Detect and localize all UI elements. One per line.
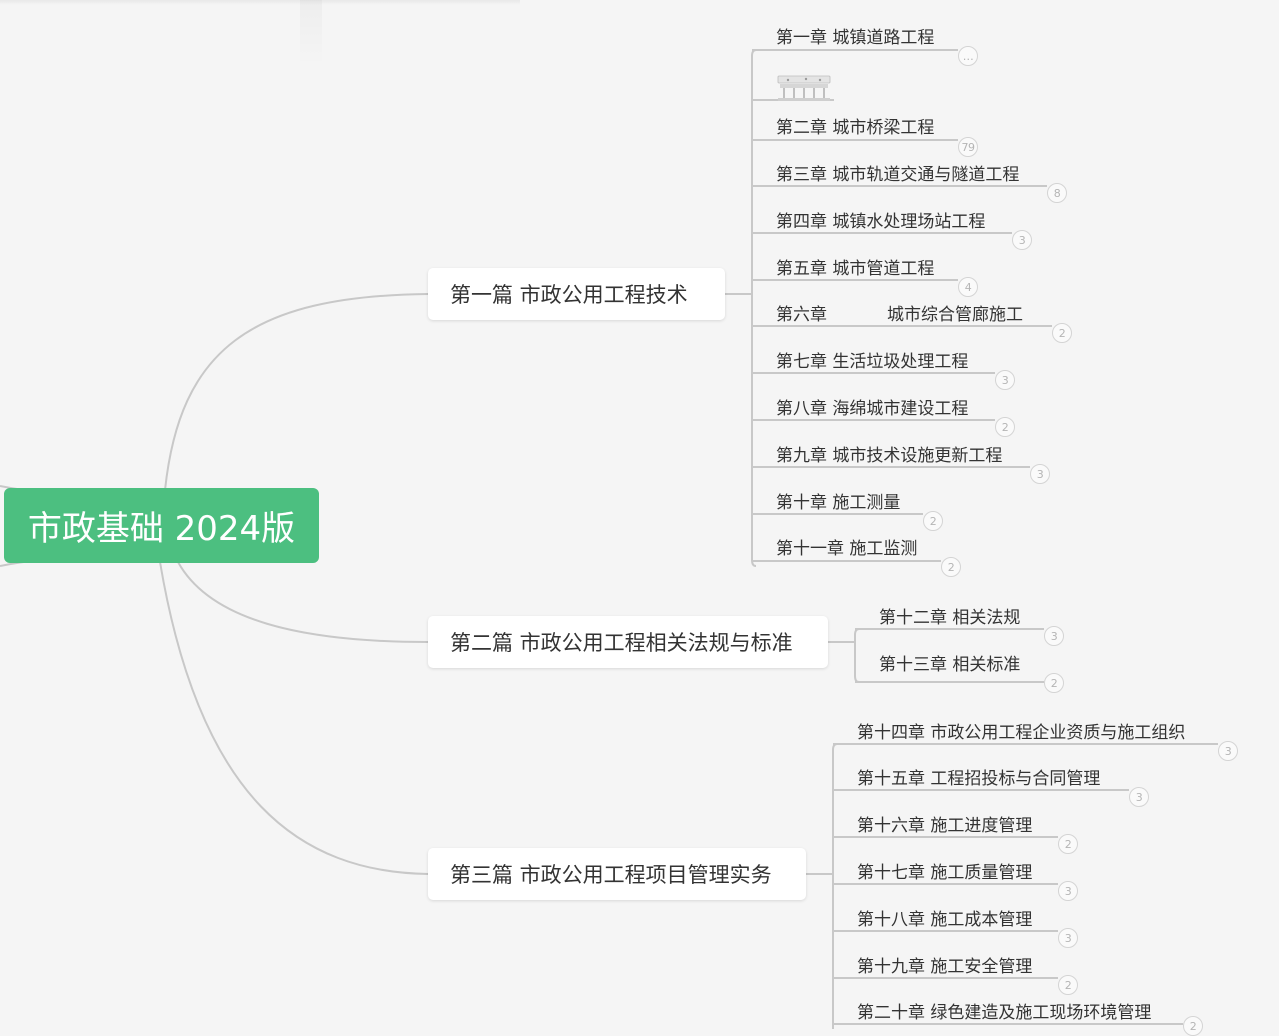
- chapter-image-thumbnail[interactable]: [776, 70, 832, 104]
- collapse-badge[interactable]: 4: [958, 277, 978, 297]
- collapse-badge[interactable]: 2: [1058, 975, 1078, 995]
- chapter-topic-15[interactable]: 第十五章 工程招投标与合同管理: [857, 768, 1100, 790]
- collapse-badge[interactable]: 3: [1012, 230, 1032, 250]
- connector-section-1-bracket: [751, 49, 757, 567]
- section-topic-label: 第二篇 市政公用工程相关法规与标准: [450, 631, 793, 655]
- collapse-badge[interactable]: 2: [1052, 323, 1072, 343]
- chapter-topic-6[interactable]: 第六章 城市综合管廊施工: [776, 304, 1023, 326]
- chapter-topic-1[interactable]: 第一章 城镇道路工程: [776, 27, 934, 49]
- chapter-topic-19[interactable]: 第十九章 施工安全管理: [857, 956, 1032, 978]
- chapter-topic-7[interactable]: 第七章 生活垃圾处理工程: [776, 351, 968, 373]
- collapse-badge[interactable]: 2: [1058, 834, 1078, 854]
- collapse-badge[interactable]: 3: [1058, 928, 1078, 948]
- collapse-badge[interactable]: 2: [995, 417, 1015, 437]
- chapter-topic-14[interactable]: 第十四章 市政公用工程企业资质与施工组织: [857, 722, 1185, 744]
- collapse-badge[interactable]: 3: [1129, 787, 1149, 807]
- chapter-topic-4[interactable]: 第四章 城镇水处理场站工程: [776, 211, 985, 233]
- collapse-badge[interactable]: …: [958, 46, 978, 66]
- chapter-topic-11[interactable]: 第十一章 施工监测: [776, 538, 917, 560]
- connector-root-section-1: [164, 293, 429, 491]
- root-topic[interactable]: 市政基础 2024版: [4, 488, 319, 563]
- chapter-topic-20[interactable]: 第二十章 绿色建造及施工现场环境管理: [857, 1002, 1151, 1024]
- chapter-topic-17[interactable]: 第十七章 施工质量管理: [857, 862, 1032, 884]
- section-topic-label: 第一篇 市政公用工程技术: [450, 283, 688, 307]
- collapse-badge[interactable]: 2: [1183, 1016, 1203, 1036]
- connector-root-section-3: [159, 561, 429, 875]
- chapter-topic-8[interactable]: 第八章 海绵城市建设工程: [776, 398, 968, 420]
- chapter-topic-12[interactable]: 第十二章 相关法规: [879, 607, 1020, 629]
- chapter-topic-18[interactable]: 第十八章 施工成本管理: [857, 909, 1032, 931]
- connector-root-section-2: [177, 561, 429, 643]
- root-topic-label: 市政基础 2024版: [27, 509, 296, 549]
- chapter-topic-3[interactable]: 第三章 城市轨道交通与隧道工程: [776, 164, 1019, 186]
- collapse-badge[interactable]: 2: [1044, 673, 1064, 693]
- collapse-badge[interactable]: 2: [941, 557, 961, 577]
- section-topic-1[interactable]: 第一篇 市政公用工程技术: [428, 268, 725, 320]
- connector-section-3-bracket: [832, 743, 838, 1029]
- collapse-badge[interactable]: 3: [1030, 464, 1050, 484]
- collapse-badge[interactable]: 3: [1058, 881, 1078, 901]
- collapse-badge[interactable]: 79: [958, 137, 978, 157]
- mindmap-canvas: 市政基础 2024版 第一篇 市政公用工程技术 第二篇 市政公用工程相关法规与标…: [0, 0, 1279, 1036]
- collapse-badge[interactable]: 3: [995, 370, 1015, 390]
- section-topic-2[interactable]: 第二篇 市政公用工程相关法规与标准: [428, 616, 828, 668]
- chapter-topic-16[interactable]: 第十六章 施工进度管理: [857, 815, 1032, 837]
- collapse-badge[interactable]: 3: [1218, 741, 1238, 761]
- chapter-topic-5[interactable]: 第五章 城市管道工程: [776, 258, 934, 280]
- section-topic-label: 第三篇 市政公用工程项目管理实务: [450, 863, 772, 887]
- collapse-badge[interactable]: 2: [923, 511, 943, 531]
- chapter-topic-10[interactable]: 第十章 施工测量: [776, 492, 900, 514]
- collapse-badge[interactable]: 3: [1044, 626, 1064, 646]
- chapter-topic-2[interactable]: 第二章 城市桥梁工程: [776, 117, 934, 139]
- connector-section-2-bracket: [854, 628, 860, 683]
- chapter-topic-9[interactable]: 第九章 城市技术设施更新工程: [776, 445, 1002, 467]
- section-topic-3[interactable]: 第三篇 市政公用工程项目管理实务: [428, 848, 806, 900]
- collapse-badge[interactable]: 8: [1047, 183, 1067, 203]
- chapter-topic-13[interactable]: 第十三章 相关标准: [879, 654, 1020, 676]
